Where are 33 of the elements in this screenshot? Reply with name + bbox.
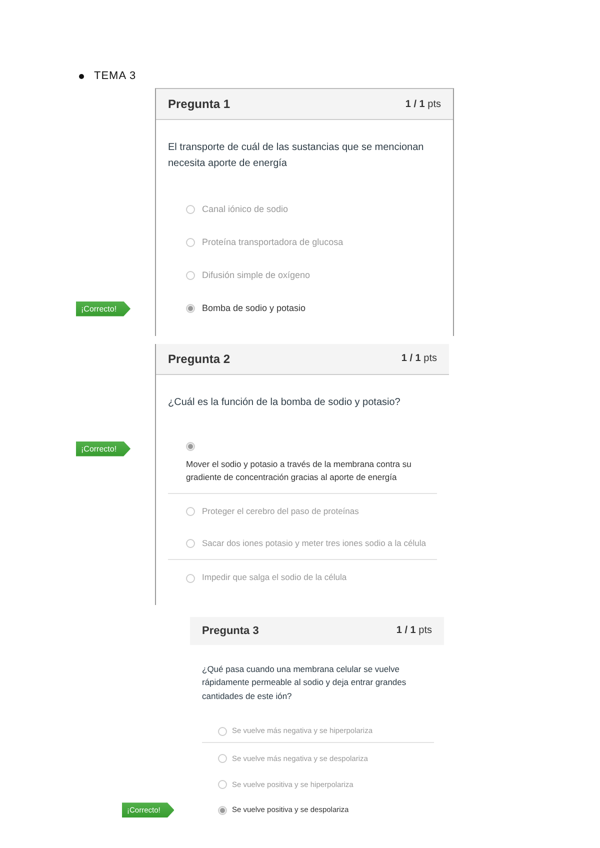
radio-button[interactable] (218, 726, 227, 736)
question-score: 1 / 1 pts (405, 98, 441, 110)
question-title: Pregunta 1 (168, 97, 230, 111)
radio-button[interactable] (218, 806, 227, 815)
answer-text: Proteger el cerebro del paso de proteínas (202, 505, 359, 518)
radio-button[interactable] (186, 442, 195, 451)
question-title: Pregunta 2 (168, 352, 230, 366)
answer-text: Difusión simple de oxígeno (202, 268, 310, 282)
question-score: 1 / 1 pts (396, 625, 432, 636)
radio-button[interactable] (218, 780, 227, 789)
radio-button[interactable] (186, 507, 195, 516)
answer-text: Canal iónico de sodio (202, 203, 288, 216)
radio-button[interactable] (186, 271, 195, 280)
radio-button[interactable] (186, 238, 195, 248)
bullet-icon (79, 74, 84, 78)
answer-text: Proteína transportadora de glucosa (202, 236, 344, 249)
radio-button[interactable] (186, 304, 195, 314)
correct-badge: ¡Correcto! (76, 301, 131, 316)
answer-text: Sacar dos iones potasio y meter tres iones sodio a la célula (202, 537, 426, 550)
radio-button[interactable] (186, 539, 195, 548)
question-text: ¿Cuál es la función de la bomba de sodio y potasio? (168, 396, 402, 410)
answer-text: Mover el sodio y potasio a través de la membrana contra su gradiente de concentración gracias al aporte de energía (186, 458, 412, 484)
radio-button[interactable] (186, 205, 195, 214)
radio-button[interactable] (218, 754, 227, 764)
correct-badge: ¡Correcto! (76, 441, 131, 456)
answer-text: Impedir que salga el sodio de la célula (202, 571, 347, 584)
question-text: El transporte de cuál de las sustancias que se mencionan necesita aporte de energía (168, 141, 425, 171)
section-heading: TEMA 3 (94, 70, 136, 82)
question-title: Pregunta 3 (202, 624, 259, 637)
radio-button[interactable] (186, 574, 195, 583)
question-score: 1 / 1 pts (401, 353, 437, 364)
question-text: ¿Qué pasa cuando una membrana celular se vuelve rápidamente permeable al sodio y deja entrar grandes cantidades de este ión? (202, 662, 408, 703)
answer-text: Bomba de sodio y potasio (202, 302, 306, 315)
